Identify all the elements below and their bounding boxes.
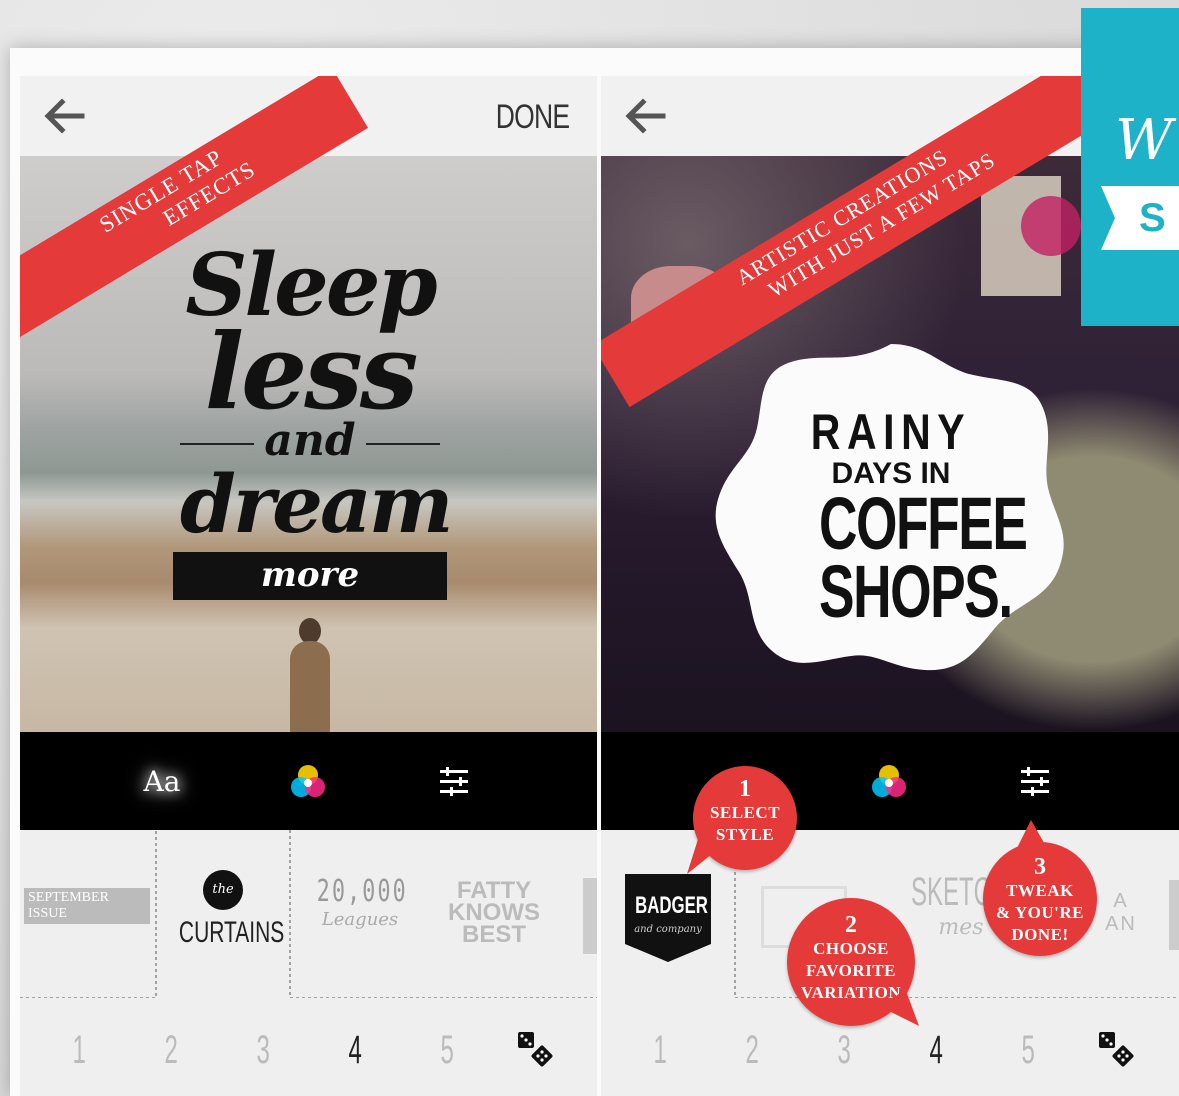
style-badger[interactable]: BADGER and company [621,870,715,971]
badger-sub: and company [634,924,702,935]
teal-script-letter: W [1115,108,1173,173]
sliders-icon[interactable] [432,760,476,804]
left-style-strip: SEPTEMBER ISSUE the CURTAINS 20,000 Leag… [20,830,597,998]
left-screen: DONE Sleep less and dream more SINGLE TA… [20,76,597,1096]
style-september-issue[interactable]: SEPTEMBER ISSUE [24,888,154,924]
callout-step-1: 1 SELECT STYLE [687,766,797,874]
leagues-script: Leagues [321,909,399,930]
callout-3-line-1: TWEAK [1006,881,1074,900]
partial-an-line: AN [1105,913,1137,935]
sliders-icon[interactable] [1013,760,1057,804]
quote-rule-right [366,443,440,445]
callout-tail [883,988,919,1026]
color-wheel-icon[interactable] [867,760,911,804]
quote-word-more: more [260,555,360,595]
callout-2-number: 2 [845,912,857,938]
quote-word-dream: dream [180,457,453,551]
callout-step-3: 3 TWEAK & YOU'RE DONE! [983,820,1097,956]
callout-tail [1017,820,1047,848]
woman-coat [290,641,330,732]
best-line: BEST [461,921,526,948]
quote-banner-more: more [173,552,447,600]
quote-rule-left [180,443,254,445]
style-next-partial[interactable] [583,878,597,954]
callout-2-line-2: FAVORITE [806,961,896,980]
dice-icon[interactable] [1097,1030,1141,1074]
style-the-curtains[interactable]: the CURTAINS [160,870,286,950]
sticker-line-shops: SHOPS. [819,550,1013,633]
variation-4[interactable]: 4 [348,1028,361,1073]
quote-and-row: and [180,418,440,464]
teal-white-banner: S [1101,186,1179,250]
issue-line: ISSUE [28,906,67,921]
right-toolbar [601,732,1179,830]
arrow-left-icon[interactable] [623,94,667,138]
callout-step-2: 2 CHOOSE FAVORITE VARIATION [787,898,919,1026]
variation-5[interactable]: 5 [1021,1028,1034,1073]
callout-3-line-3: DONE! [1011,925,1069,944]
callout-2-line-1: CHOOSE [813,939,889,958]
quote-word-and: and [264,415,356,466]
teal-banner-letter: S [1139,196,1166,240]
teal-promo-card: W S [1081,8,1179,326]
style-next-partial[interactable] [1169,880,1179,950]
callout-3-number: 3 [1034,854,1046,880]
sketch-label: SKETCH [911,870,1009,914]
partial-a-line: A [1113,890,1129,912]
color-wheel-icon[interactable] [286,760,330,804]
sticker-line-coffee: COFFEE [819,482,1028,565]
style-september-label: SEPTEMBER ISSUE [24,888,150,924]
left-toolbar: Aa [20,732,597,830]
variation-2[interactable]: 2 [164,1028,177,1073]
callout-1-line-1: SELECT [709,803,781,822]
badger-label: BADGER [635,892,708,919]
style-fatty-knows-best[interactable]: FATTY KNOWS BEST [434,879,554,948]
dice-icon[interactable] [516,1030,560,1074]
style-20000-leagues[interactable]: 20,000 Leagues [300,874,420,930]
september-line: SEPTEMBER [28,890,109,905]
the-circle: the [203,870,243,910]
variation-1[interactable]: 1 [653,1028,666,1073]
quote-word-less: less [204,310,419,433]
variation-3[interactable]: 3 [837,1028,850,1073]
variation-1[interactable]: 1 [72,1028,85,1073]
callout-tail [687,836,717,874]
text-tool-label: Aa [143,765,181,798]
arrow-left-icon[interactable] [42,94,86,138]
left-variation-row: 1 2 3 4 5 [20,998,597,1096]
done-button[interactable]: DONE [495,98,569,137]
typography-quote[interactable]: Sleep less and dream more [173,243,453,600]
callout-1-number: 1 [739,776,751,802]
curtains-label: CURTAINS [178,916,285,949]
sticker-line-rainy: RAINY [810,404,972,460]
sketch-sub: mes [938,915,984,940]
callout-3-line-2: & YOU'RE [996,903,1084,922]
variation-3[interactable]: 3 [256,1028,269,1073]
leagues-number: 20,000 [316,874,408,909]
flowers [1021,196,1081,256]
text-style-tool[interactable]: Aa [140,760,184,804]
sticker-text: RAINY DAYS IN COFFEE SHOPS. [791,404,1028,633]
variation-2[interactable]: 2 [745,1028,758,1073]
banner-notch [1101,186,1121,250]
variation-4[interactable]: 4 [929,1028,942,1073]
style-partial-a[interactable]: A AN [1101,890,1141,936]
variation-5[interactable]: 5 [440,1028,453,1073]
